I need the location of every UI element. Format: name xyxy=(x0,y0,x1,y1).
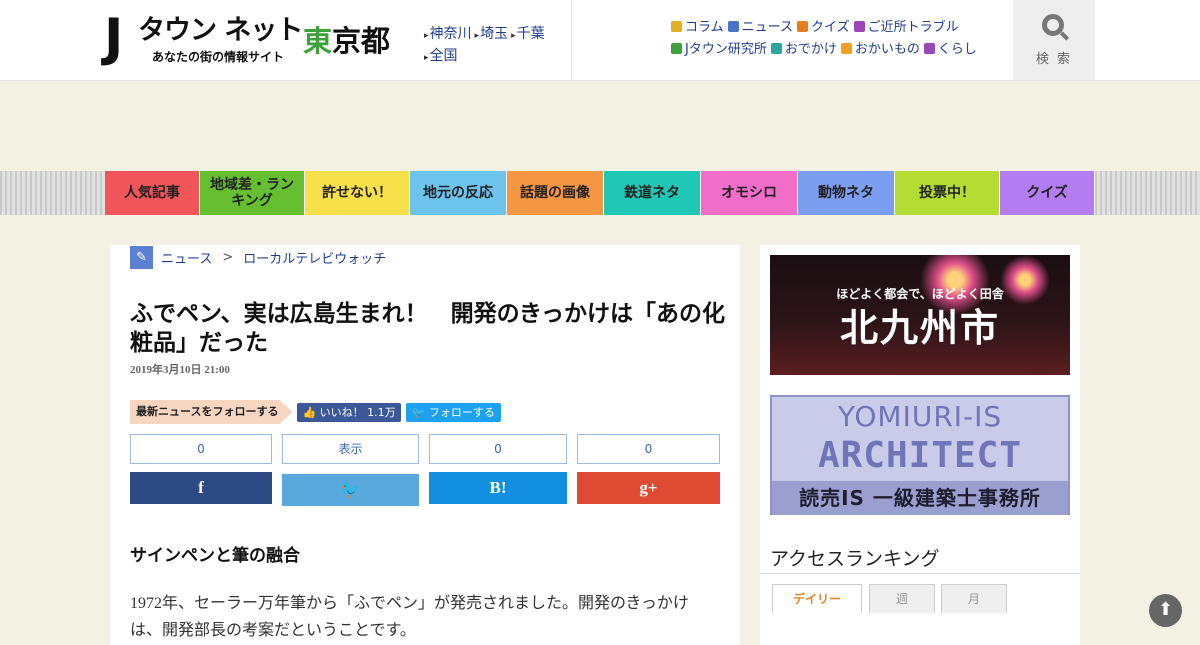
ad2-line2: ARCHITECT xyxy=(817,435,1023,476)
facebook-like-button[interactable]: 👍 いいね！ 1.1万 xyxy=(297,402,401,422)
nav-label: おかいもの xyxy=(854,42,920,57)
category-tab[interactable]: 投票中！ xyxy=(895,171,1000,215)
back-to-top-button[interactable]: ⬆ xyxy=(1149,594,1182,627)
category-tab[interactable]: クイズ xyxy=(1000,171,1095,215)
nav-bag[interactable]: おかいもの xyxy=(840,42,920,57)
ad1-title: 北九州市 xyxy=(839,305,1000,350)
region-links: 神奈川埼玉千葉全国 xyxy=(424,24,574,68)
article-date: 2019年3月10日 21:00 xyxy=(130,364,230,376)
category-tab[interactable]: 鉄道ネタ xyxy=(604,171,701,215)
nav-label: おでかけ xyxy=(784,42,837,57)
nav-label: Jタウン研究所 xyxy=(685,42,767,57)
ad1-tagline: ほどよく都会で、ほどよく田舎 xyxy=(836,287,1004,301)
nav-column[interactable]: コラム xyxy=(671,20,724,35)
breadcrumb-news[interactable]: ニュース xyxy=(161,248,212,267)
category-bar: 人気記事 地域差・ランキング 許せない！ 地元の反応 話題の画像 鉄道ネタ オモシロ 動物ネタ… xyxy=(0,171,1200,215)
googleplus-share-button[interactable]: g+ xyxy=(577,472,720,504)
article-title: ふでペン、実は広島生まれ！ 開発のきっかけは「あの化粧品」だった xyxy=(130,301,726,356)
nav-home[interactable]: くらし xyxy=(923,42,977,57)
nav-quiz[interactable]: クイズ xyxy=(796,20,850,35)
nav-label: ご近所トラブル xyxy=(867,20,959,35)
house-icon xyxy=(853,21,865,32)
sidebar: ほどよく都会で、ほどよく田舎 北九州市 YOMIURI-IS ARCHITECT… xyxy=(760,245,1080,645)
pen-icon: ✎ xyxy=(130,245,153,269)
ranking-tab-monthly[interactable]: 月 xyxy=(941,584,1007,613)
twitter-share-count[interactable]: 表示 xyxy=(282,434,419,464)
twitter-follow-label: フォローする xyxy=(428,405,495,419)
category-tab[interactable]: オモシロ xyxy=(701,171,798,215)
pen-icon xyxy=(727,21,739,32)
flask-icon xyxy=(671,43,682,54)
category-tab[interactable]: 動物ネタ xyxy=(798,171,895,215)
googleplus-share-count: 0 xyxy=(577,434,720,464)
category-tab[interactable]: 話題の画像 xyxy=(507,171,604,215)
category-tab[interactable]: 地域差・ランキング xyxy=(200,171,305,215)
yomiuri-architect-ad-banner[interactable]: YOMIURI-IS ARCHITECT 読売IS 一級建築士事務所 xyxy=(770,395,1070,515)
nav-label: くらし xyxy=(937,42,977,57)
breadcrumb-local-tv[interactable]: ローカルテレビウォッチ xyxy=(243,248,386,267)
ranking-tab-weekly[interactable]: 週 xyxy=(869,584,935,613)
region-link[interactable]: 神奈川 xyxy=(424,26,472,42)
ranking-divider xyxy=(760,573,1080,574)
nav-label: クイズ xyxy=(810,20,850,35)
prefecture-title[interactable]: 東京都 xyxy=(303,24,390,58)
quiz-icon xyxy=(796,21,808,32)
prefecture-accent: 東 xyxy=(303,24,333,58)
thumbs-up-icon: 👍 xyxy=(302,405,320,419)
follow-row: 最新ニュースをフォローする 👍 いいね！ 1.1万 🐦 フォローする xyxy=(130,400,501,424)
top-nav: コラム ニュース クイズ ご近所トラブル Jタウン研究所 おでかけ おかいもの くらし xyxy=(671,17,991,61)
region-link[interactable]: 全国 xyxy=(424,48,458,64)
site-logo[interactable]: J タウン ネット あなたの街の情報サイト xyxy=(104,12,304,68)
region-link[interactable]: 千葉 xyxy=(511,26,545,42)
search-icon xyxy=(1042,14,1064,36)
category-tab[interactable]: 許せない！ xyxy=(305,171,410,215)
hatena-share-count: 0 xyxy=(429,434,567,464)
prefecture-rest: 京都 xyxy=(332,24,391,58)
article-panel: ✎ ニュース > ローカルテレビウォッチ ふでペン、実は広島生まれ！ 開発のきっ… xyxy=(110,245,740,645)
twitter-follow-button[interactable]: 🐦 フォローする xyxy=(405,402,501,422)
nav-pen[interactable]: ニュース xyxy=(727,20,793,35)
header-divider xyxy=(571,0,572,81)
ranking-title: アクセスランキング xyxy=(770,548,940,570)
nav-car[interactable]: おでかけ xyxy=(770,42,837,57)
logo-text: タウン ネット xyxy=(138,15,303,46)
kitakyushu-ad-banner[interactable]: ほどよく都会で、ほどよく田舎 北九州市 xyxy=(770,255,1070,375)
article-subheading: サインペンと筆の融合 xyxy=(130,546,300,566)
category-tab[interactable]: 地元の反応 xyxy=(410,171,507,215)
logo-j: J xyxy=(104,8,123,68)
logo-tagline: あなたの街の情報サイト xyxy=(152,50,285,64)
arrow-up-icon: ⬆ xyxy=(1157,599,1174,620)
follow-label: 最新ニュースをフォローする xyxy=(130,400,293,424)
nav-house[interactable]: ご近所トラブル xyxy=(853,20,959,35)
column-icon xyxy=(671,21,682,32)
search-label: 検 索 xyxy=(1035,52,1073,67)
twitter-share-button[interactable]: 🐦 xyxy=(282,474,419,506)
car-icon xyxy=(770,43,782,54)
nav-label: コラム xyxy=(685,20,724,35)
site-header: J タウン ネット あなたの街の情報サイト 東京都 神奈川埼玉千葉全国 コラム ニ… xyxy=(0,0,1200,81)
bag-icon xyxy=(840,43,852,54)
category-tab[interactable]: 人気記事 xyxy=(105,171,200,215)
hatena-share-button[interactable]: B! xyxy=(429,472,567,504)
home-icon xyxy=(923,43,935,54)
twitter-bird-icon: 🐦 xyxy=(411,405,429,419)
ad2-line3: 読売IS 一級建築士事務所 xyxy=(772,481,1068,515)
nav-label: ニュース xyxy=(741,20,793,35)
facebook-share-count: 0 xyxy=(130,434,272,464)
region-link[interactable]: 埼玉 xyxy=(475,26,509,42)
search-button[interactable]: 検 索 xyxy=(1013,0,1095,80)
ranking-tab-daily[interactable]: デイリー xyxy=(772,584,862,613)
ad2-line1: YOMIURI-IS xyxy=(837,400,1003,433)
breadcrumb-separator: > xyxy=(222,249,234,265)
facebook-like-label: いいね！ 1.1万 xyxy=(319,405,396,419)
breadcrumb: ✎ ニュース > ローカルテレビウォッチ xyxy=(130,245,386,269)
article-body: 1972年、セーラー万年筆から「ふでペン」が発売されました。開発のきっかけは、開… xyxy=(130,595,689,639)
nav-flask[interactable]: Jタウン研究所 xyxy=(671,42,767,57)
facebook-share-button[interactable]: f xyxy=(130,472,272,504)
